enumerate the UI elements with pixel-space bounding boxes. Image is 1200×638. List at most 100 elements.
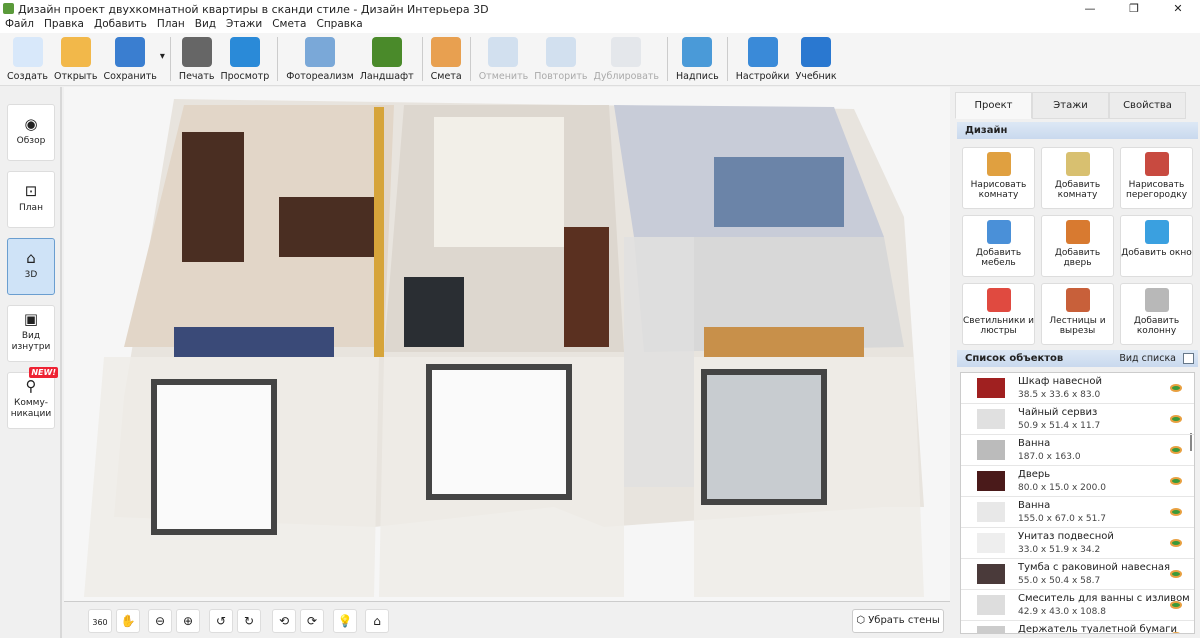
remove-walls-button[interactable]: ⬡ Убрать стены (852, 609, 944, 633)
desk (564, 227, 609, 347)
pan-hand-button[interactable]: ✋ (116, 609, 140, 633)
object-thumbnail (977, 595, 1005, 615)
object-thumbnail (977, 626, 1005, 633)
menu-4[interactable]: Вид (195, 18, 216, 33)
rotate-right-button[interactable]: ↻ (237, 609, 261, 633)
toolbar-label: Ландшафт (359, 71, 414, 82)
toolbar-button-duplicate[interactable]: Дублировать (590, 33, 662, 85)
object-name: Держатель туалетной бумаги (1018, 624, 1177, 634)
rotate-left-button[interactable]: ↺ (209, 609, 233, 633)
object-list-item[interactable]: Держатель туалетной бумаги (961, 621, 1194, 634)
menu-5[interactable]: Этажи (226, 18, 262, 33)
toolbar-button-tree[interactable]: Ландшафт (357, 33, 417, 85)
toolbar-separator (667, 37, 669, 81)
visibility-eye-icon[interactable] (1170, 508, 1182, 516)
save-dropdown-arrow[interactable]: ▾ (160, 51, 165, 62)
visibility-eye-icon[interactable] (1170, 477, 1182, 485)
floppy-icon (115, 37, 146, 67)
new-badge: NEW! (29, 367, 58, 378)
toolbar-button-photo[interactable]: Фотореализм (283, 33, 357, 85)
close-button[interactable]: ✕ (1156, 0, 1200, 18)
object-list-item[interactable]: Ванна 155.0 x 67.0 x 51.7 (961, 497, 1194, 528)
toolbar-button-floppy[interactable]: Сохранить (100, 33, 159, 85)
toolbar-button-gear[interactable]: Настройки (733, 33, 793, 85)
list-view-toggle[interactable]: Вид списка (1119, 350, 1176, 367)
menu-1[interactable]: Правка (44, 18, 84, 33)
light-button[interactable]: 💡 (333, 609, 357, 633)
toolbar-button-printer[interactable]: Печать (176, 33, 218, 85)
object-list-item[interactable]: Дверь 80.0 x 15.0 x 200.0 (961, 466, 1194, 497)
object-dimensions: 155.0 x 67.0 x 51.7 (1018, 514, 1106, 524)
help-icon (801, 37, 832, 67)
bed (174, 327, 334, 357)
toolbar-button-caption[interactable]: Надпись (673, 33, 722, 85)
gear-icon (747, 37, 778, 67)
rotate-right-icon: ↻ (243, 614, 255, 628)
door-button[interactable]: Добавить дверь (1041, 215, 1114, 277)
menu-7[interactable]: Справка (316, 18, 362, 33)
menu-6[interactable]: Смета (272, 18, 306, 33)
tab-2[interactable]: Свойства (1109, 92, 1186, 119)
object-list-item[interactable]: Тумба с раковиной навесная 55.0 x 50.4 x … (961, 559, 1194, 590)
object-list-item[interactable]: Ванна 187.0 x 163.0 (961, 435, 1194, 466)
pan-hand-icon: ✋ (120, 614, 136, 628)
menu-3[interactable]: План (157, 18, 185, 33)
zoom-in-button[interactable]: ⊕ (176, 609, 200, 633)
home-button[interactable]: ⌂ (365, 609, 389, 633)
toolbar-label: Создать (7, 71, 49, 82)
tilt-down-button[interactable]: ⟳ (300, 609, 324, 633)
object-name: Унитаз подвесной (1018, 531, 1114, 542)
list-view-icon[interactable] (1183, 353, 1194, 364)
window-button[interactable]: Добавить окно (1120, 215, 1193, 277)
tab-0[interactable]: Проект (955, 92, 1032, 119)
3d-viewport[interactable] (64, 87, 950, 601)
visibility-eye-icon[interactable] (1170, 415, 1182, 423)
visibility-eye-icon[interactable] (1170, 601, 1182, 609)
object-list-item[interactable]: Шкаф навесной 38.5 x 33.6 x 83.0 (961, 373, 1194, 404)
armchair-button[interactable]: Добавить мебель (962, 215, 1035, 277)
toolbar-button-notepad[interactable]: Смета (428, 33, 465, 85)
tilt-up-button[interactable]: ⟲ (272, 609, 296, 633)
object-list-item[interactable]: Чайный сервиз 50.9 x 51.4 x 11.7 (961, 404, 1194, 435)
maximize-button[interactable]: ❐ (1112, 0, 1156, 18)
sidebar-house-3d[interactable]: ⌂ 3D (7, 238, 55, 295)
column-button[interactable]: Добавить колонну (1120, 283, 1193, 345)
design-button-label: Лестницы и вырезы (1049, 316, 1106, 336)
sidebar-plan[interactable]: ⊡ План (7, 171, 55, 228)
menu-0[interactable]: Файл (5, 18, 34, 33)
object-list-item[interactable]: Смеситель для ванны с изливом 42.9 x 43.0… (961, 590, 1194, 621)
visibility-eye-icon[interactable] (1170, 446, 1182, 454)
object-list-item[interactable]: Унитаз подвесной 33.0 x 51.9 x 34.2 (961, 528, 1194, 559)
lamp-button[interactable]: Светильники и люстры (962, 283, 1035, 345)
toolbar-button-new-file[interactable]: Создать (4, 33, 51, 85)
add-room-button[interactable]: Добавить комнату (1041, 147, 1114, 209)
toolbar-separator (726, 37, 728, 81)
brick-wall-button[interactable]: Нарисовать перегородку (1120, 147, 1193, 209)
cube-icon: ⬡ (856, 615, 869, 626)
view-mode-sidebar: ◉ Обзор ⊡ План ⌂ 3D ▣ Вид изнутри ⚲ Комму-никации… (0, 87, 62, 638)
menu-2[interactable]: Добавить (94, 18, 147, 33)
sidebar-eye[interactable]: ◉ Обзор (7, 104, 55, 161)
zoom-out-button[interactable]: ⊖ (148, 609, 172, 633)
toolbar-button-redo[interactable]: Повторить (531, 33, 590, 85)
toolbar-label: Надпись (676, 71, 719, 82)
rotate-360-button[interactable]: 360 (88, 609, 112, 633)
toolbar-button-help[interactable]: Учебник (792, 33, 839, 85)
visibility-eye-icon[interactable] (1170, 570, 1182, 578)
tab-1[interactable]: Этажи (1032, 92, 1109, 119)
minimize-button[interactable]: — (1068, 0, 1112, 18)
toolbar-button-undo[interactable]: Отменить (476, 33, 532, 85)
rotate-left-icon: ↺ (215, 614, 227, 628)
object-dimensions: 50.9 x 51.4 x 11.7 (1018, 421, 1101, 431)
visibility-eye-icon[interactable] (1170, 384, 1182, 392)
sidebar-inside-view[interactable]: ▣ Вид изнутри (7, 305, 55, 362)
object-dimensions: 80.0 x 15.0 x 200.0 (1018, 483, 1106, 493)
toolbar-label: Просмотр (220, 71, 270, 82)
toolbar-button-monitor[interactable]: Просмотр (217, 33, 272, 85)
visibility-eye-icon[interactable] (1170, 632, 1182, 633)
stairs-button[interactable]: Лестницы и вырезы (1041, 283, 1114, 345)
visibility-eye-icon[interactable] (1170, 539, 1182, 547)
draw-room-button[interactable]: Нарисовать комнату (962, 147, 1035, 209)
toolbar-button-folder[interactable]: Открыть (51, 33, 100, 85)
sidebar-faucet[interactable]: ⚲ Комму-никации NEW! (7, 367, 58, 429)
